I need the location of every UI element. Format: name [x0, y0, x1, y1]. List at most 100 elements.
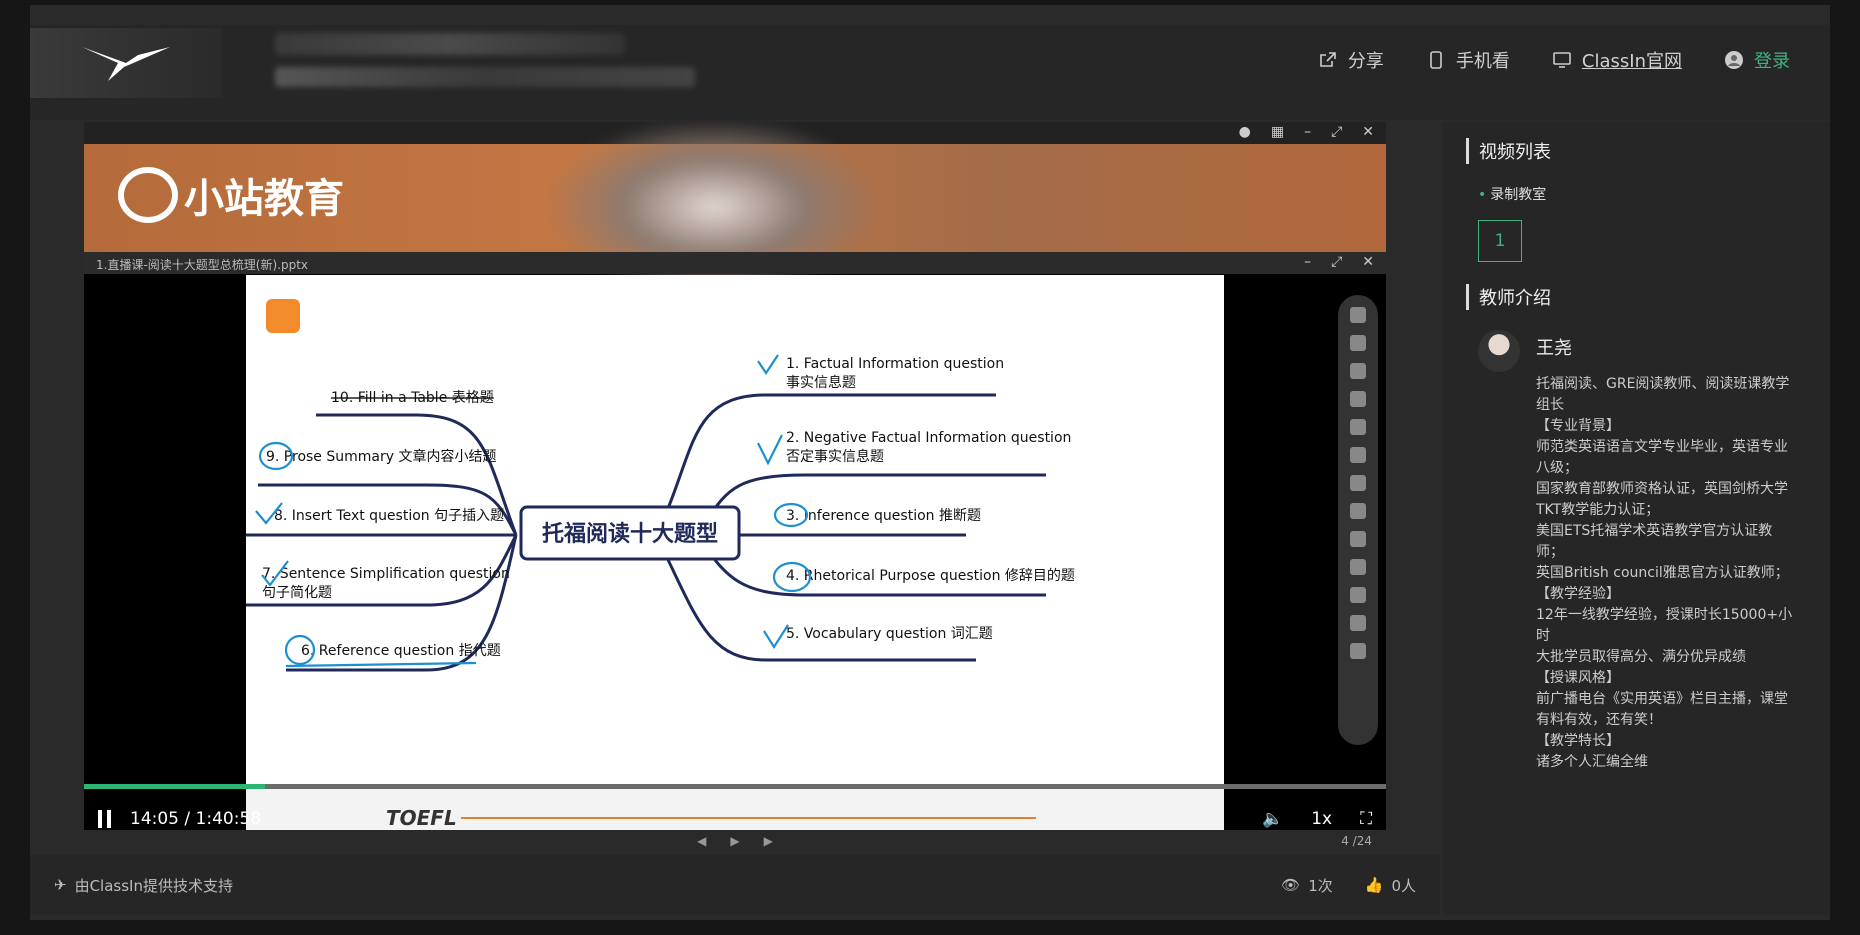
login-button[interactable]: 登录 [1724, 47, 1790, 73]
mindmap-right-2: 2. Negative Factual Information question [786, 430, 1071, 446]
banner-text: 小站教育 [184, 176, 344, 222]
file-window-controls: – ⤢ ✕ [1304, 254, 1374, 270]
shape-tool-icon[interactable] [1350, 475, 1366, 491]
classin-logo[interactable] [30, 28, 222, 98]
playback-controls: 14:05 / 1:40:58 🔈 1x ⛶ ◀ ▶ ▶ 4 /24 [84, 782, 1386, 852]
mindmap-left-9: 9. Prose Summary 文章内容小结题 [266, 448, 496, 465]
bio-line: 【授课风格】 [1536, 670, 1620, 686]
prev-slide-icon[interactable]: ◀ [697, 834, 706, 848]
teacher-name: 王尧 [1536, 338, 1572, 359]
users-icon[interactable] [1350, 643, 1366, 659]
teacher-avatar [1478, 330, 1520, 372]
share-icon [1320, 52, 1336, 67]
course-meta-redacted [275, 67, 695, 87]
bio-line: 【教学经验】 [1536, 586, 1620, 602]
mindmap-right-2-sub: 否定事实信息题 [786, 448, 884, 465]
time-total: 1:40:58 [195, 809, 262, 829]
mindmap-center: 托福阅读十大题型 [542, 522, 718, 547]
slide: 托福阅读十大题型 1. Factual Information question… [246, 275, 1224, 831]
next-slide-icon[interactable]: ▶ [764, 834, 773, 848]
pen-tool-icon[interactable] [1350, 363, 1366, 379]
eraser-tool-icon[interactable] [1350, 391, 1366, 407]
teacher-bio: 托福阅读、GRE阅读教师、阅读班课教学组长 【专业背景】 师范类英语语言文学专业… [1536, 374, 1796, 773]
video-list-title: 视频列表 [1466, 138, 1806, 164]
like-button[interactable]: 👍 0人 [1365, 875, 1416, 896]
bio-line: 师范类英语语言文学专业毕业，英语专业八级； [1536, 439, 1788, 476]
grid-icon[interactable]: ▦ [1271, 124, 1284, 140]
user-avatar-icon [1725, 51, 1743, 69]
edit-icon[interactable] [1350, 587, 1366, 603]
mindmap-right-1: 1. Factual Information question [786, 356, 1004, 372]
toolbox-icon[interactable] [1350, 531, 1366, 547]
pause-button[interactable] [98, 809, 118, 829]
bio-line: 【专业背景】 [1536, 418, 1620, 434]
expand-icon[interactable]: ⤢ [1331, 254, 1342, 270]
mindmap-left-8: 8. Insert Text question 句子插入题 [274, 508, 504, 524]
lms-icon[interactable] [1350, 559, 1366, 575]
mindmap-diagram: 托福阅读十大题型 1. Factual Information question… [246, 299, 1224, 831]
powered-by-label: 由ClassIn提供技术支持 [74, 876, 233, 895]
footer: ✈ 由ClassIn提供技术支持 👁 1次 👍 0人 [30, 855, 1440, 915]
mobile-view-button[interactable]: 手机看 [1426, 47, 1510, 73]
page-indicator: 4 /24 [1341, 834, 1372, 848]
header: 分享 手机看 ClassIn官网 登录 [30, 25, 1830, 120]
cloud-tool-icon[interactable] [1350, 503, 1366, 519]
room-name: 录制教室 [1478, 184, 1806, 204]
video-item-1[interactable]: 1 [1478, 220, 1522, 262]
view-count: 👁 1次 [1281, 875, 1333, 896]
chat-icon[interactable] [1350, 615, 1366, 631]
bio-line: 前广播电台《实用英语》栏目主播，课堂有料有效，还有笑！ [1536, 691, 1788, 728]
slide-logo-icon [266, 299, 300, 333]
mic-icon[interactable]: ● [1239, 124, 1251, 140]
mindmap-right-5: 5. Vocabulary question 词汇题 [786, 626, 993, 642]
eye-icon: 👁 [1281, 876, 1301, 894]
select-tool-icon[interactable] [1350, 335, 1366, 351]
minimize-icon[interactable]: – [1304, 124, 1311, 140]
bird-logo-icon [82, 47, 170, 81]
teacher-card: 王尧 托福阅读、GRE阅读教师、阅读班课教学组长 【专业背景】 师范类英语语言文… [1478, 330, 1806, 773]
bio-line: 国家教育部教师资格认证，英国剑桥大学TKT教学能力认证； [1536, 481, 1788, 518]
video-player[interactable]: ● ▦ – ⤢ ✕ 小站教育 1.直播课-阅读十大题型总梳理(新).pptx –… [84, 122, 1386, 852]
slide-nav: ◀ ▶ ▶ 4 /24 [84, 830, 1386, 852]
banner-logo: 小站教育 [118, 166, 344, 224]
bio-line: 诸多个人汇编全维 [1536, 754, 1648, 770]
mindmap-left-7: 7. Sentence Simplification question [262, 566, 510, 582]
expand-icon[interactable]: ⤢ [1331, 124, 1342, 140]
share-label: 分享 [1347, 51, 1384, 72]
time-sep: / [179, 809, 196, 829]
control-right: 🔈 1x ⛶ [1262, 809, 1372, 829]
course-title-redacted [275, 33, 625, 55]
volume-icon[interactable]: 🔈 [1262, 809, 1283, 829]
camera-window-controls: ● ▦ – ⤢ ✕ [1239, 124, 1374, 140]
bio-line: 大批学员取得高分、满分优异成绩 [1536, 649, 1746, 665]
play-slide-icon[interactable]: ▶ [730, 834, 739, 848]
official-site-link[interactable]: ClassIn官网 [1552, 47, 1682, 73]
time-current: 14:05 [130, 809, 179, 829]
text-tool-icon[interactable] [1350, 419, 1366, 435]
bio-line: 托福阅读、GRE阅读教师、阅读班课教学组长 [1536, 376, 1790, 413]
close-icon[interactable]: ✕ [1362, 254, 1374, 270]
mindmap-left-7-sub: 句子简化题 [262, 584, 332, 601]
thumbs-up-icon: 👍 [1364, 876, 1384, 894]
teacher-title: 教师介绍 [1466, 284, 1806, 310]
header-actions: 分享 手机看 ClassIn官网 登录 [1318, 47, 1790, 73]
headset-icon [118, 167, 178, 223]
speed-button[interactable]: 1x [1311, 809, 1332, 829]
pointer-tool-icon[interactable] [1350, 307, 1366, 323]
mindmap-left-6: 6. Reference question 指代题 [301, 643, 501, 659]
mindmap-right-4: 4. Rhetorical Purpose question 修辞目的题 [786, 568, 1075, 584]
progress-fill [84, 784, 265, 789]
bio-line: 美国ETS托福学术英语教学官方认证教师； [1536, 523, 1773, 560]
official-site-label: ClassIn官网 [1581, 51, 1682, 72]
fullscreen-icon[interactable]: ⛶ [1360, 809, 1372, 829]
minimize-icon[interactable]: – [1304, 254, 1311, 270]
classin-small-icon: ✈ [54, 876, 67, 894]
progress-bar[interactable] [84, 784, 1386, 789]
file-bar: 1.直播课-阅读十大题型总梳理(新).pptx – ⤢ ✕ [84, 252, 1386, 274]
close-icon[interactable]: ✕ [1362, 124, 1374, 140]
scissors-tool-icon[interactable] [1350, 447, 1366, 463]
bio-line: 【教学特长】 [1536, 733, 1620, 749]
footer-stats: 👁 1次 👍 0人 [1281, 875, 1416, 896]
share-button[interactable]: 分享 [1318, 47, 1384, 73]
monitor-icon [1553, 52, 1571, 68]
